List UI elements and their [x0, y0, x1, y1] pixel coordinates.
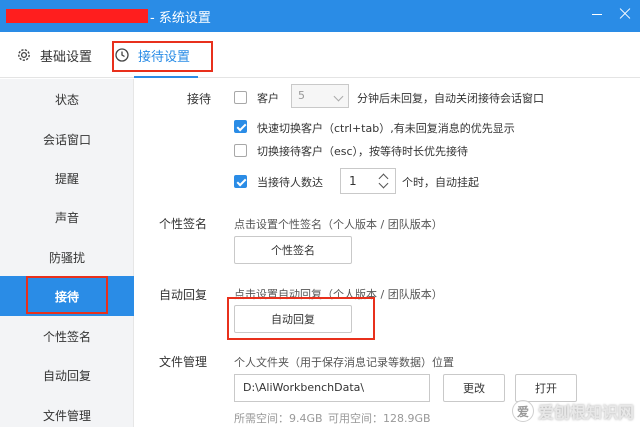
- auto-close-suffix: 分钟后未回复，自动关闭接待会话窗口: [357, 92, 544, 105]
- auto-hang-suffix: 个时，自动挂起: [402, 176, 479, 189]
- auto-close-minutes-select[interactable]: 5: [291, 84, 349, 108]
- chevron-down-icon: [333, 91, 344, 102]
- switch-reception-label: 切换接待客户（esc），按等待时长优先接待: [257, 145, 469, 158]
- free-space-text: 可用空间：128.9GB: [328, 412, 431, 425]
- file-management-hint: 个人文件夹（用于保存消息记录等数据）位置: [234, 356, 454, 369]
- auto-close-prefix: 客户: [257, 92, 279, 105]
- signature-button[interactable]: 个性签名: [234, 236, 352, 264]
- watermark: 爱 爱刨根知识网: [511, 399, 634, 423]
- sidebar-item-auto-reply[interactable]: 自动回复: [0, 355, 134, 395]
- settings-tab-bar: 基础设置 接待设置: [0, 32, 640, 78]
- active-tab-indicator: [134, 76, 198, 78]
- reception-section-label: 接待: [187, 92, 212, 106]
- data-folder-path-field[interactable]: D:\AliWorkbenchData\: [234, 374, 430, 402]
- minimize-button[interactable]: [590, 4, 604, 24]
- highlight-box-tab: [112, 41, 213, 72]
- watermark-text: 爱刨根知识网: [537, 403, 634, 422]
- signature-section-label: 个性签名: [159, 217, 208, 231]
- highlight-box-auto-reply: [227, 297, 375, 340]
- settings-sidebar: 状态 会话窗口 提醒 声音 防骚扰 接待 个性签名 自动回复 文件管理: [0, 79, 134, 427]
- sidebar-item-sound[interactable]: 声音: [0, 197, 134, 237]
- sidebar-item-chat-window[interactable]: 会话窗口: [0, 119, 134, 159]
- fast-switch-checkbox[interactable]: [234, 120, 247, 133]
- signature-hint: 点击设置个性签名（个人版本 / 团队版本）: [234, 218, 443, 231]
- stepper-down-icon[interactable]: [378, 178, 389, 189]
- auto-close-minutes-value: 5: [298, 89, 305, 102]
- watermark-logo: 爱: [511, 400, 534, 422]
- tab-basic-settings[interactable]: 基础设置: [16, 32, 92, 78]
- used-space-text: 所需空间：9.4GB: [234, 412, 323, 425]
- sidebar-item-anti-harassment[interactable]: 防骚扰: [0, 237, 134, 277]
- close-button[interactable]: [618, 4, 632, 24]
- reception-settings-panel: 接待 客户 5 分钟后未回复，自动关闭接待会话窗口 快速切换客户（ctrl+ta…: [135, 79, 640, 427]
- sidebar-item-reminder[interactable]: 提醒: [0, 158, 134, 198]
- open-folder-button[interactable]: 打开: [515, 374, 577, 402]
- auto-hang-checkbox[interactable]: [234, 175, 247, 188]
- auto-hang-prefix: 当接待人数达: [257, 176, 323, 189]
- sidebar-item-signature[interactable]: 个性签名: [0, 316, 134, 356]
- auto-hang-count-value: 1: [349, 174, 357, 188]
- sidebar-item-file-management[interactable]: 文件管理: [0, 395, 134, 427]
- auto-hang-count-stepper[interactable]: 1: [340, 168, 396, 194]
- auto-close-checkbox[interactable]: [234, 91, 247, 104]
- highlight-box-sidebar: [26, 276, 108, 314]
- auto-reply-section-label: 自动回复: [159, 288, 208, 302]
- sidebar-item-status[interactable]: 状态: [0, 79, 134, 119]
- fast-switch-label: 快速切换客户（ctrl+tab）,有未回复消息的优先显示: [257, 122, 515, 135]
- file-management-section-label: 文件管理: [159, 355, 208, 369]
- tab-basic-settings-label: 基础设置: [40, 49, 93, 65]
- gear-icon: [16, 47, 32, 63]
- change-folder-button[interactable]: 更改: [443, 374, 505, 402]
- title-bar: - 系统设置: [0, 0, 640, 32]
- redacted-username: [6, 9, 148, 23]
- window-title: - 系统设置: [150, 11, 211, 26]
- switch-reception-checkbox[interactable]: [234, 144, 247, 157]
